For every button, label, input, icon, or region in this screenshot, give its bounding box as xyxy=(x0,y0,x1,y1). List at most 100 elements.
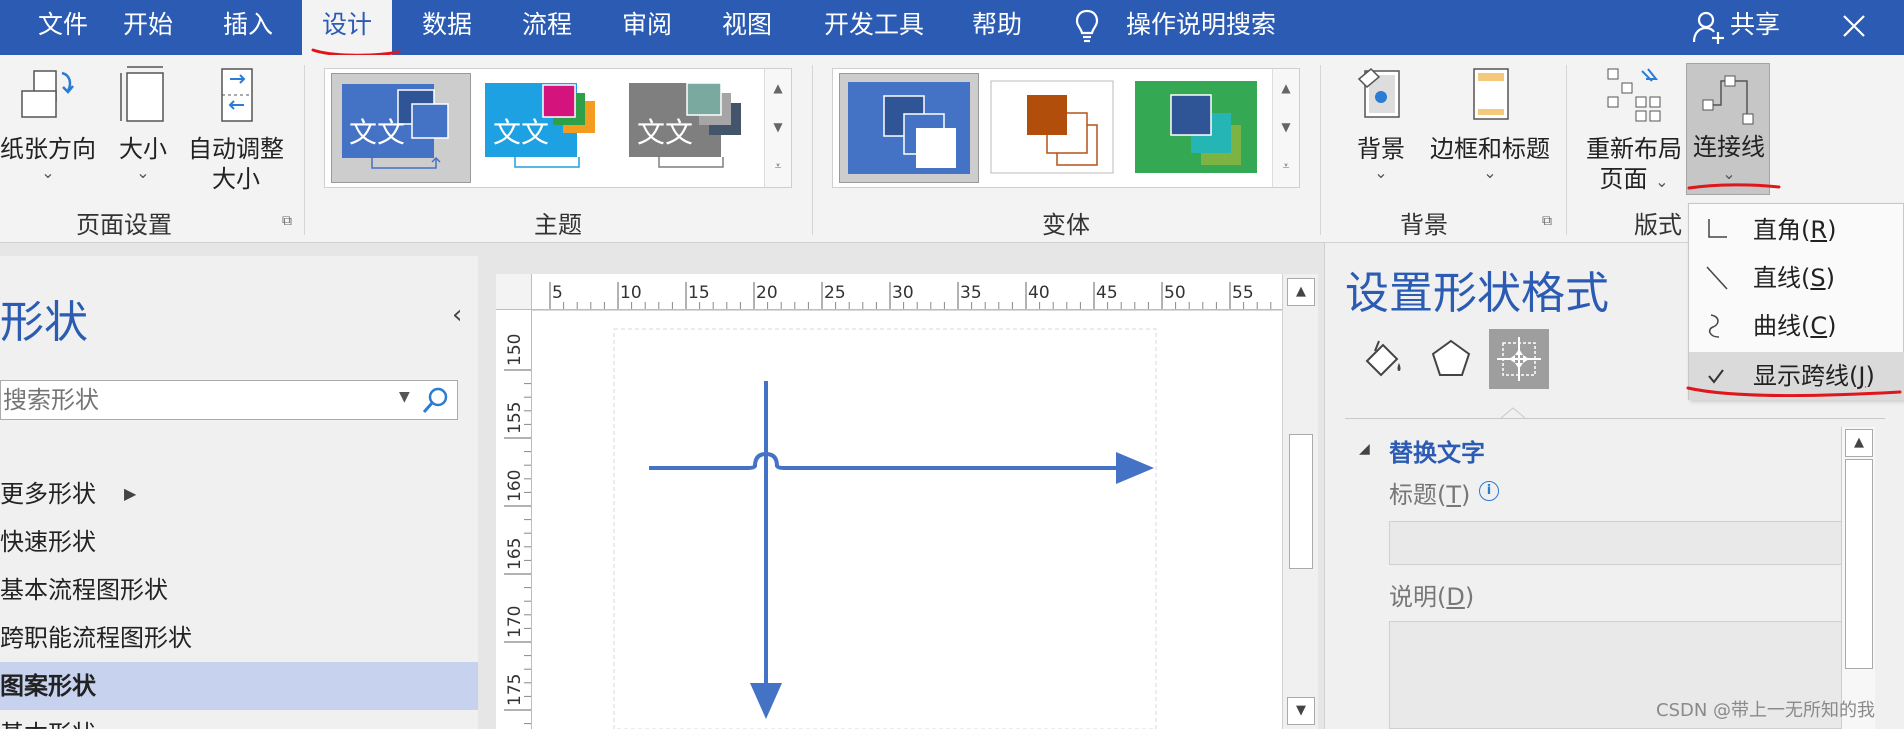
close-icon[interactable] xyxy=(1840,12,1868,40)
ruler-tick-label: 30 xyxy=(892,283,914,303)
background-button[interactable]: 背景 ⌄ xyxy=(1346,65,1416,182)
ruler-tick-label: 50 xyxy=(1164,283,1186,303)
horizontal-arrowhead xyxy=(1116,452,1154,484)
size-properties-tab[interactable] xyxy=(1489,329,1549,389)
gallery-more-icon[interactable]: ⩡ xyxy=(765,147,791,186)
ruler-tick-label: 25 xyxy=(824,283,846,303)
themes-gallery: 文文 文文 文文 ▲ ▼ ⩡ xyxy=(324,68,792,188)
tab-home[interactable]: 开始 xyxy=(103,0,193,55)
ruler-tick-label: 165 xyxy=(505,538,525,570)
add-person-icon[interactable] xyxy=(1692,10,1726,44)
relayout-page-button[interactable]: 重新布局 页面 ⌄ xyxy=(1582,65,1686,194)
dialog-launcher-icon[interactable]: ⧉ xyxy=(1542,213,1552,229)
alt-title-field[interactable] xyxy=(1389,521,1843,565)
connectors-button[interactable]: 连接线 ⌄ xyxy=(1686,63,1770,195)
menu-item-right-angle[interactable]: 直角(R) xyxy=(1689,206,1904,254)
menu-item-label: 曲线(C) xyxy=(1753,312,1837,340)
group-separator xyxy=(1320,65,1321,235)
chevron-down-icon: ⌄ xyxy=(1374,163,1388,182)
scroll-up-icon[interactable]: ▲ xyxy=(1287,278,1315,306)
collapse-triangle-icon[interactable]: ◢ xyxy=(1359,441,1370,457)
paper-orientation-button[interactable]: 纸张方向 ⌄ xyxy=(0,65,96,182)
menu-item-show-line-jumps[interactable]: 显示跨线(J) xyxy=(1689,352,1904,400)
ruler-corner xyxy=(496,274,532,310)
tab-insert[interactable]: 插入 xyxy=(203,0,293,55)
size-label: 大小 xyxy=(119,135,167,163)
auto-size-button[interactable]: 自动调整 大小 xyxy=(186,65,286,194)
horizontal-ruler: 5 10 15 20 25 30 35 40 45 50 55 xyxy=(532,274,1282,310)
submenu-arrow-icon: ▶ xyxy=(124,484,137,503)
tell-me-search[interactable]: 操作说明搜索 xyxy=(1126,0,1276,50)
shapes-pane: 形状 ‹ ▼ 更多形状 ▶ 快速形状 基本流程图形状 跨职能流程图形状 图案形状… xyxy=(0,256,478,729)
ruler-tick-label: 5 xyxy=(552,283,563,303)
borders-titles-button[interactable]: 边框和标题 ⌄ xyxy=(1420,65,1560,182)
horizontal-connector-line[interactable] xyxy=(649,451,1116,470)
gallery-scroll-down-icon[interactable]: ▼ xyxy=(765,108,791,147)
stencil-item-cross-functional[interactable]: 跨职能流程图形状 xyxy=(0,614,478,662)
pentagon-icon xyxy=(1431,339,1471,376)
variant-item[interactable] xyxy=(839,73,979,183)
tab-file[interactable]: 文件 xyxy=(18,0,108,55)
straight-connector-icon xyxy=(1706,266,1728,290)
stencil-item-more-shapes[interactable]: 更多形状 ▶ xyxy=(0,470,478,518)
canvas-vertical-scrollbar[interactable]: ▲ ▼ xyxy=(1282,274,1318,729)
stencil-label: 快速形状 xyxy=(0,528,96,556)
tab-view[interactable]: 视图 xyxy=(702,0,792,55)
stencil-label: 基本形状 xyxy=(0,720,96,729)
effects-tab[interactable] xyxy=(1421,329,1481,389)
variant-item[interactable] xyxy=(983,73,1123,183)
stencil-item-pattern-shapes[interactable]: 图案形状 xyxy=(0,662,478,710)
gallery-scroll-down-icon[interactable]: ▼ xyxy=(1273,108,1299,147)
shapes-pane-title: 形状 xyxy=(0,297,88,348)
paper-orientation-label: 纸张方向 xyxy=(0,135,96,163)
format-pane-title: 设置形状格式 xyxy=(1345,268,1609,319)
tab-help[interactable]: 帮助 xyxy=(952,0,1042,55)
menu-item-curved[interactable]: 曲线(C) xyxy=(1689,302,1904,350)
scroll-up-icon[interactable]: ▲ xyxy=(1845,429,1873,457)
tab-developer[interactable]: 开发工具 xyxy=(804,0,944,55)
size-button[interactable]: 大小 ⌄ xyxy=(108,65,178,182)
theme-item-text: 文文 xyxy=(349,116,406,149)
lightbulb-icon[interactable] xyxy=(1074,8,1100,44)
share-button[interactable]: 共享 xyxy=(1730,0,1780,50)
theme-item-text: 文文 xyxy=(493,116,550,149)
theme-item-text: 文文 xyxy=(637,116,694,149)
chevron-down-icon: ⌄ xyxy=(41,163,55,182)
chevron-down-icon: ⌄ xyxy=(1483,163,1497,182)
gallery-scroll-up-icon[interactable]: ▲ xyxy=(765,69,791,108)
menu-item-label: 显示跨线(J) xyxy=(1753,362,1875,390)
tab-design[interactable]: 设计 xyxy=(302,0,393,55)
tab-data[interactable]: 数据 xyxy=(402,0,492,55)
collapse-pane-icon[interactable]: ‹ xyxy=(452,300,462,330)
tab-review[interactable]: 审阅 xyxy=(602,0,692,55)
search-icon[interactable] xyxy=(421,385,451,415)
search-shapes-input[interactable] xyxy=(3,383,393,417)
drawing-page[interactable] xyxy=(532,311,1282,729)
search-dropdown-icon[interactable]: ▼ xyxy=(399,389,410,405)
scroll-down-icon[interactable]: ▼ xyxy=(1287,697,1315,725)
format-pane-scrollbar[interactable]: ▲ xyxy=(1841,427,1875,729)
scrollbar-thumb[interactable] xyxy=(1845,459,1873,669)
ribbon-tab-bar: 文件 开始 插入 设计 数据 流程 审阅 视图 开发工具 帮助 操作说明搜索 共… xyxy=(0,0,1904,55)
ruler-tick-label: 150 xyxy=(505,334,525,366)
dialog-launcher-icon[interactable]: ⧉ xyxy=(282,213,292,229)
info-icon[interactable]: i xyxy=(1479,481,1499,501)
fill-line-tab[interactable] xyxy=(1353,329,1413,389)
stencil-label: 更多形状 xyxy=(0,480,96,508)
themes-gallery-scroll: ▲ ▼ ⩡ xyxy=(764,69,791,187)
alt-text-section-header[interactable]: 替换文字 xyxy=(1389,433,1485,468)
group-separator xyxy=(1566,65,1567,235)
menu-item-straight[interactable]: 直线(S) xyxy=(1689,254,1904,302)
page-size-icon xyxy=(120,66,164,122)
size-properties-icon xyxy=(1497,337,1541,381)
tab-process[interactable]: 流程 xyxy=(502,0,592,55)
stencil-item-quick-shapes[interactable]: 快速形状 xyxy=(0,518,478,566)
stencil-item-basic-shapes[interactable]: 基本形状 xyxy=(0,710,478,729)
gallery-more-icon[interactable]: ⩡ xyxy=(1273,147,1299,186)
variant-item[interactable] xyxy=(1127,73,1267,183)
variant-thumbnail xyxy=(848,82,970,174)
gallery-scroll-up-icon[interactable]: ▲ xyxy=(1273,69,1299,108)
stencil-item-basic-flowchart[interactable]: 基本流程图形状 xyxy=(0,566,478,614)
scrollbar-thumb[interactable] xyxy=(1289,434,1313,569)
variants-group-label: 变体 xyxy=(1042,211,1090,239)
